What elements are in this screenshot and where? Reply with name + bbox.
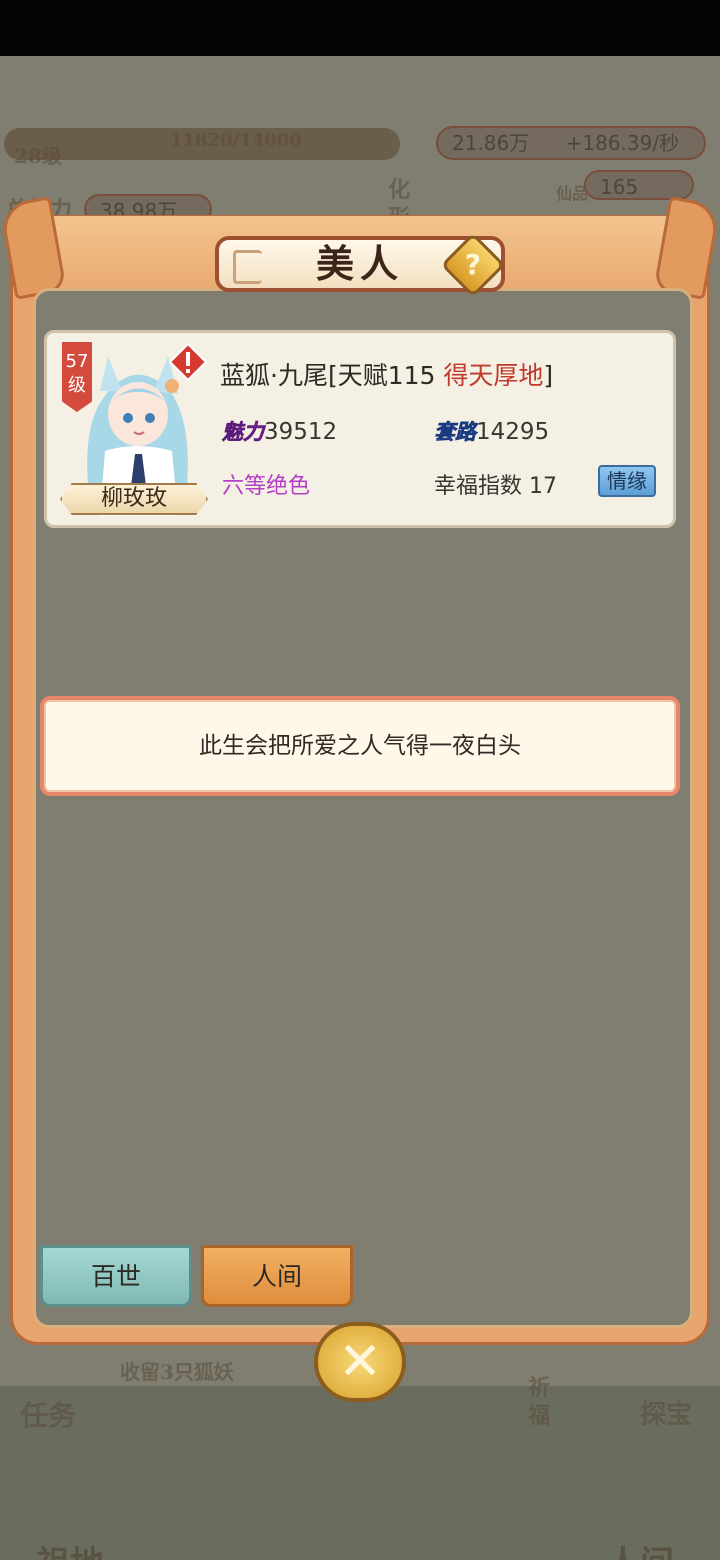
lingqi-rate: +186.39/秒 [565,131,680,155]
task-label: 任务 [20,1399,77,1432]
status-bar [0,0,720,56]
dialog-title: 美人 [315,241,404,286]
beauty-title-suffix: ] [543,361,554,390]
beauty-title: 蓝狐·九尾[天赋115 得天厚地] [220,356,553,392]
lingqi-pill: 21.86万 +186.39/秒 [436,126,706,160]
tab-baishi[interactable]: 百世 [40,1245,192,1307]
exp-text: 11820/14000 [170,130,302,151]
resource-1-value: 165 [600,175,639,199]
xianpin-label: 仙品 [556,184,589,203]
message-toast: 此生会把所爱之人气得一夜白头 [40,696,680,796]
resource-1: 165 [584,170,694,200]
beauty-title-prefix: 蓝狐·九尾[天赋115 [220,361,444,390]
beauty-rank: 六等绝色 [222,474,311,499]
charm-value: 39512 [264,419,338,445]
tactic-stat: 套路14295 [434,416,549,446]
tactic-value: 14295 [476,419,550,445]
beauty-name: 柳玫玫 [60,483,208,515]
happiness-index: 幸福指数 17 [434,474,557,499]
player-level: 28级 [14,144,62,168]
alert-icon [168,342,208,382]
beauty-level-tag: 57级 [62,342,92,412]
task-text: 收留3只狐妖 [120,1360,234,1384]
lingqi-value: 21.86万 [452,131,530,155]
bottom-area: 任务 收留3只狐妖 祈福 探宝 祖地 狐妖 物品 风俗 人间 [0,1360,720,1560]
nav-zudi[interactable]: 祖地 [36,1536,104,1560]
charm-stat: 魅力39512 [222,416,337,446]
close-icon: ✕ [338,1332,382,1392]
charm-label: 魅力 [222,419,265,445]
close-button[interactable]: ✕ [314,1322,406,1402]
nav-renjian[interactable]: 人间 [606,1536,674,1560]
qingyuan-button[interactable]: 情缘 [598,465,656,497]
qifu-label: 祈福 [528,1375,551,1429]
question-icon: ? [464,248,482,281]
tanbao-label: 探宝 [640,1400,693,1430]
tab-renjian[interactable]: 人间 [201,1245,353,1307]
beauty-talent: 得天厚地 [443,361,544,390]
tactic-label: 套路 [434,419,477,445]
